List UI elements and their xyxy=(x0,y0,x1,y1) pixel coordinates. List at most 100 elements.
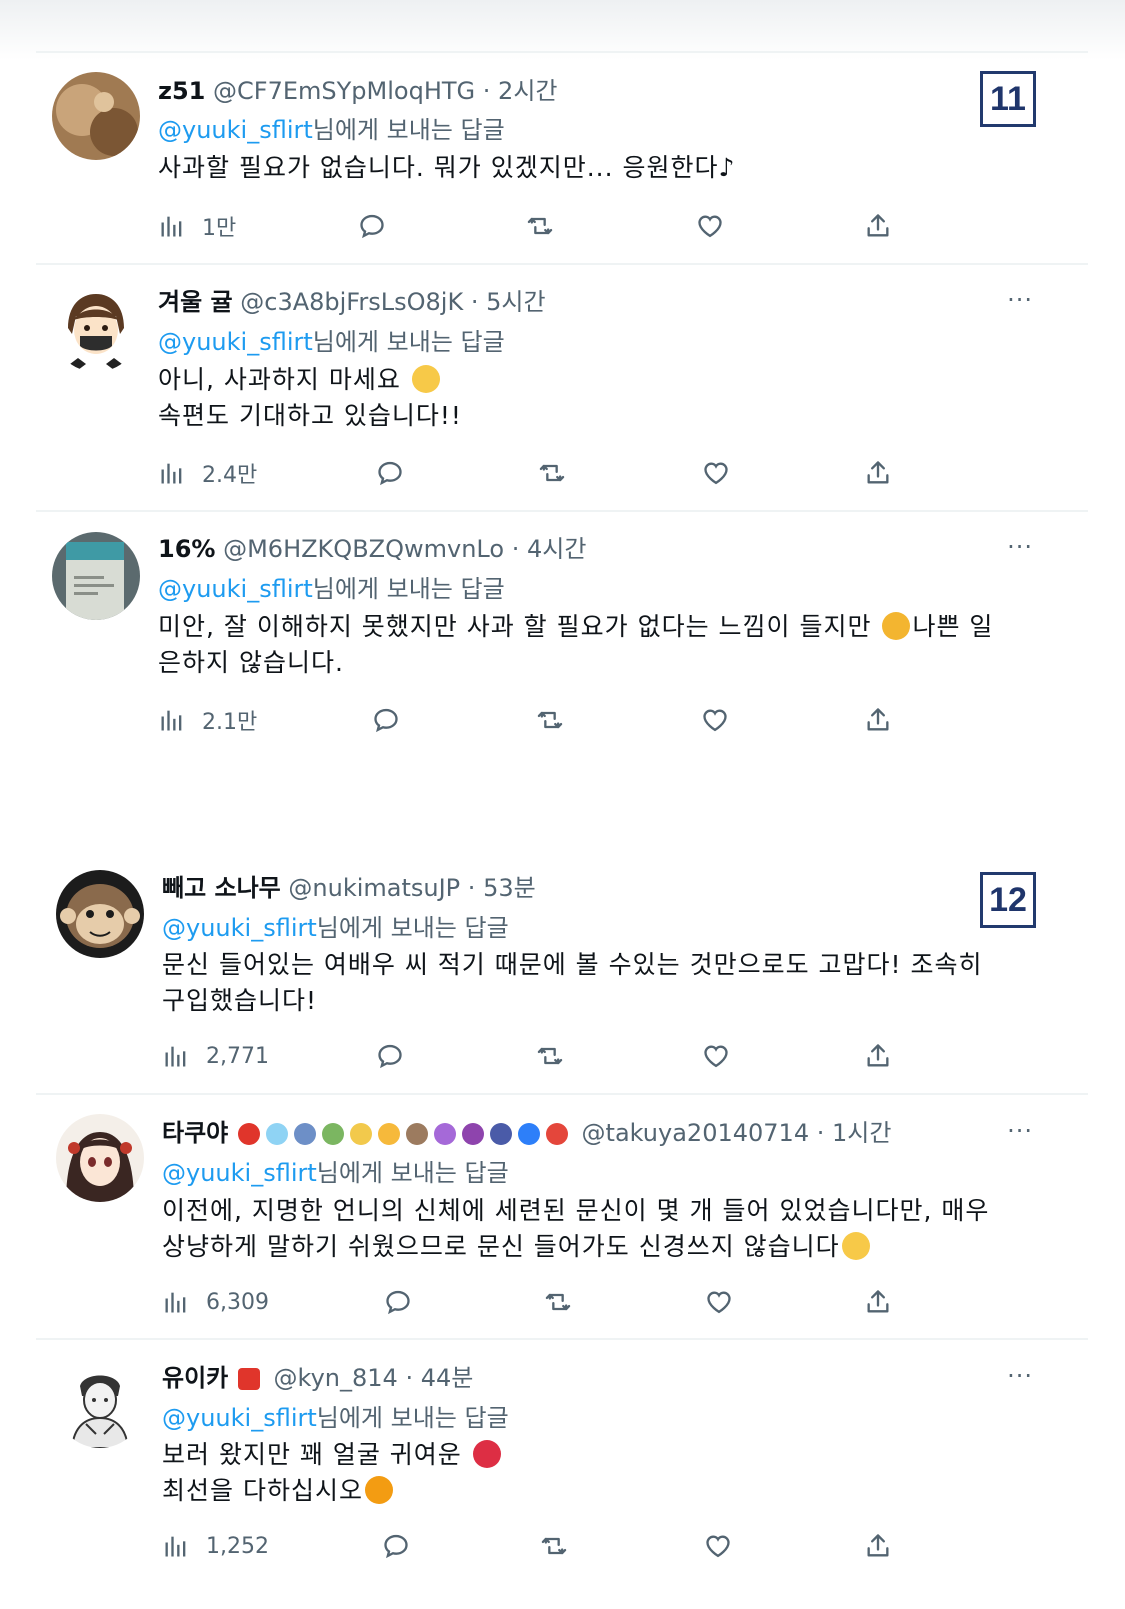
retweet-button[interactable] xyxy=(544,1284,572,1320)
timestamp[interactable]: 1시간 xyxy=(832,1119,891,1147)
relieved-face-emoji xyxy=(411,365,440,393)
handle[interactable]: @nukimatsuJP xyxy=(288,874,460,902)
timestamp[interactable]: 53분 xyxy=(483,874,536,902)
views-count: 2.1만 xyxy=(202,710,258,735)
reply-button[interactable] xyxy=(376,455,404,491)
display-name[interactable]: z51 xyxy=(158,77,205,105)
reply-icon xyxy=(384,1534,408,1559)
views-button[interactable]: 1,252 xyxy=(162,1528,269,1564)
tweet-text-line: 상냥하게 말하기 쉬웠으므로 문신 들어가도 신경쓰지 않습니다 xyxy=(162,1232,840,1261)
mention-link[interactable]: @yuuki_sflirt xyxy=(162,1404,317,1432)
section-badge-12: 12 xyxy=(980,872,1036,928)
reply-context: @yuuki_sflirt님에게 보내는 답글 xyxy=(162,1157,509,1189)
share-button[interactable] xyxy=(864,208,892,244)
display-name[interactable]: 유이카 xyxy=(162,1364,228,1392)
retweet-icon xyxy=(527,217,553,235)
views-button[interactable]: 2.4만 xyxy=(158,455,257,491)
like-button[interactable] xyxy=(696,208,724,244)
timestamp[interactable]: 4시간 xyxy=(527,535,586,563)
mention-link[interactable]: @yuuki_sflirt xyxy=(162,1159,317,1187)
views-icon xyxy=(165,1536,186,1557)
retweet-button[interactable] xyxy=(540,1528,568,1564)
reply-context: @yuuki_sflirt님에게 보내는 답글 xyxy=(162,912,509,944)
views-button[interactable]: 6,309 xyxy=(162,1284,269,1320)
tweet-text-line: 최선을 다하십시오 xyxy=(162,1476,363,1505)
avatar[interactable] xyxy=(52,532,140,620)
mention-link[interactable]: @yuuki_sflirt xyxy=(158,116,313,144)
display-name[interactable]: 16% xyxy=(158,535,215,563)
display-name[interactable]: 빼고 소나무 xyxy=(162,874,281,902)
views-button[interactable]: 1만 xyxy=(158,208,236,244)
share-button[interactable] xyxy=(864,1528,892,1564)
avatar[interactable] xyxy=(52,284,140,372)
more-icon[interactable]: ··· xyxy=(1007,1117,1033,1145)
views-button[interactable]: 2.1만 xyxy=(158,702,257,738)
reply-icon xyxy=(360,214,384,239)
display-name[interactable]: 겨울 귤 xyxy=(158,288,233,316)
mention-link[interactable]: @yuuki_sflirt xyxy=(158,575,313,603)
tweet-text: 문신 들어있는 여배우 씨 적기 때문에 볼 수있는 것만으로도 고맙다! 조속… xyxy=(162,947,1042,1019)
retweet-button[interactable] xyxy=(526,208,554,244)
reply-context-label: 님에게 보내는 답글 xyxy=(312,328,505,356)
divider xyxy=(36,1093,1088,1095)
more-icon[interactable]: ··· xyxy=(1007,1362,1033,1390)
timestamp[interactable]: 2시간 xyxy=(498,77,557,105)
views-icon xyxy=(165,1046,186,1067)
avatar[interactable] xyxy=(56,1360,144,1448)
more-icon[interactable]: ··· xyxy=(1007,286,1033,314)
reply-context: @yuuki_sflirt님에게 보내는 답글 xyxy=(158,326,505,358)
reply-button[interactable] xyxy=(372,702,400,738)
retweet-button[interactable] xyxy=(536,702,564,738)
tweet-text: 보러 왔지만 꽤 얼굴 귀여운 최선을 다하십시오 xyxy=(162,1437,1042,1509)
divider xyxy=(36,51,1088,53)
like-button[interactable] xyxy=(702,1038,730,1074)
share-button[interactable] xyxy=(864,455,892,491)
like-button[interactable] xyxy=(702,455,730,491)
thinking-face-emoji xyxy=(882,612,911,640)
tweet-header: 겨울 귤 @c3A8bjFrsLsO8jK · 5시간 xyxy=(158,288,546,316)
purple-heart-emoji xyxy=(433,1123,456,1145)
share-button[interactable] xyxy=(864,702,892,738)
reply-button[interactable] xyxy=(376,1038,404,1074)
like-button[interactable] xyxy=(701,702,729,738)
tweet-text-line: 이전에, 지명한 언니의 신체에 세련된 문신이 몇 개 들어 있었습니다만, … xyxy=(162,1196,990,1225)
views-button[interactable]: 2,771 xyxy=(162,1038,269,1074)
divider xyxy=(36,510,1088,512)
handle[interactable]: @M6HZKQBZQwmvnLo xyxy=(223,535,504,563)
handle[interactable]: @kyn_814 xyxy=(274,1364,398,1392)
smiling-face-emoji xyxy=(841,1232,870,1260)
reply-button[interactable] xyxy=(382,1528,410,1564)
like-icon xyxy=(707,1291,731,1314)
more-icon[interactable]: ··· xyxy=(1007,533,1033,561)
divider xyxy=(36,1338,1088,1340)
tweet-text: 미안, 잘 이해하지 못했지만 사과 할 필요가 없다는 느낌이 들지만 나쁜 … xyxy=(158,609,1048,681)
red-heart-emoji xyxy=(472,1440,501,1468)
like-button[interactable] xyxy=(705,1284,733,1320)
name-emoji-list xyxy=(237,1118,574,1150)
like-button[interactable] xyxy=(704,1528,732,1564)
share-button[interactable] xyxy=(864,1284,892,1320)
avatar[interactable] xyxy=(56,1114,144,1202)
tweet-text-line: 미안, 잘 이해하지 못했지만 사과 할 필요가 없다는 느낌이 들지만 xyxy=(158,612,872,641)
handle[interactable]: @CF7EmSYpMloqHTG xyxy=(213,77,475,105)
reply-icon xyxy=(378,1044,402,1069)
retweet-icon xyxy=(537,1047,563,1065)
retweet-button[interactable] xyxy=(536,1038,564,1074)
tweet-header: 타쿠야 @takuya20140714 · 1시간 xyxy=(162,1117,891,1150)
handle[interactable]: @c3A8bjFrsLsO8jK xyxy=(240,288,463,316)
avatar[interactable] xyxy=(56,870,144,958)
timestamp[interactable]: 44분 xyxy=(421,1364,474,1392)
reply-context: @yuuki_sflirt님에게 보내는 답글 xyxy=(158,573,505,605)
share-button[interactable] xyxy=(864,1038,892,1074)
divider xyxy=(36,263,1088,265)
avatar[interactable] xyxy=(52,72,140,160)
retweet-button[interactable] xyxy=(538,455,566,491)
reply-button[interactable] xyxy=(358,208,386,244)
action-bar: 6,309 xyxy=(162,1284,922,1324)
mention-link[interactable]: @yuuki_sflirt xyxy=(158,328,313,356)
display-name[interactable]: 타쿠야 xyxy=(162,1119,228,1147)
handle[interactable]: @takuya20140714 xyxy=(582,1119,810,1147)
timestamp[interactable]: 5시간 xyxy=(486,288,545,316)
reply-button[interactable] xyxy=(384,1284,412,1320)
mention-link[interactable]: @yuuki_sflirt xyxy=(162,914,317,942)
